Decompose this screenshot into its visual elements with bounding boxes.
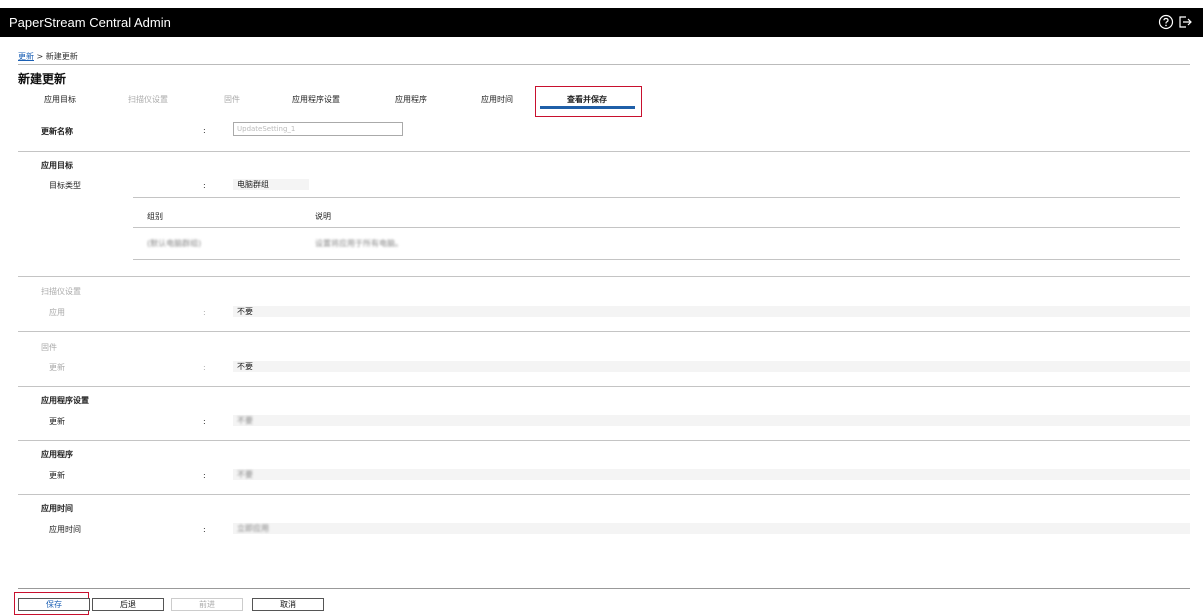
table-cell-group: (默认电脑群组) [147, 239, 202, 248]
colon: : [203, 181, 206, 190]
section-divider [18, 386, 1190, 387]
section-divider [18, 151, 1190, 152]
update-name-label: 更新名称 [41, 127, 73, 136]
breadcrumb-divider [18, 64, 1190, 65]
table-top-border [133, 197, 1180, 198]
update-name-field: UpdateSetting_1 [233, 122, 403, 136]
table-header-description: 说明 [315, 212, 331, 221]
table-bottom-border [133, 259, 1180, 260]
colon: : [203, 525, 206, 534]
section-heading-scanner-settings: 扫描仪设置 [41, 287, 81, 296]
section-divider [18, 440, 1190, 441]
table-header-group: 组别 [147, 212, 163, 221]
tab-review-save[interactable]: 查看并保存 [567, 94, 607, 105]
breadcrumb-separator: > [34, 52, 46, 61]
section-heading-app-settings: 应用程序设置 [41, 396, 89, 405]
app-title: PaperStream Central Admin [9, 15, 171, 30]
next-button: 前进 [171, 598, 243, 611]
tab-apply-time[interactable]: 应用时间 [481, 94, 513, 105]
page-title: 新建更新 [18, 72, 67, 86]
table-header-divider [133, 227, 1180, 228]
application-update-label: 更新 [49, 471, 65, 480]
colon: : [203, 363, 206, 372]
tab-apply-target[interactable]: 应用目标 [44, 94, 76, 105]
save-button[interactable]: 保存 [18, 598, 90, 611]
section-heading-apply-target: 应用目标 [41, 161, 73, 170]
app-settings-update-value: 不要 [233, 415, 1190, 426]
colon: : [203, 308, 206, 317]
app-settings-update-label: 更新 [49, 417, 65, 426]
section-divider [18, 331, 1190, 332]
section-divider [18, 494, 1190, 495]
breadcrumb-link-updates[interactable]: 更新 [18, 52, 34, 61]
logout-icon[interactable] [1177, 14, 1193, 30]
section-heading-apply-time: 应用时间 [41, 504, 73, 513]
apply-time-label: 应用时间 [49, 525, 81, 534]
scanner-apply-value: 不要 [233, 306, 1190, 317]
active-tab-indicator [540, 106, 635, 109]
application-update-value: 不要 [233, 469, 1190, 480]
tab-application[interactable]: 应用程序 [395, 94, 427, 105]
target-type-value: 电脑群组 [233, 179, 309, 190]
colon: : [203, 126, 206, 135]
firmware-update-value: 不要 [233, 361, 1190, 372]
scanner-apply-label: 应用 [49, 308, 65, 317]
section-heading-application: 应用程序 [41, 450, 73, 459]
table-cell-description: 设置将应用于所有电脑。 [315, 239, 403, 248]
firmware-update-label: 更新 [49, 363, 65, 372]
section-divider [18, 276, 1190, 277]
breadcrumb-current: 新建更新 [45, 52, 78, 61]
colon: : [203, 417, 206, 426]
target-type-label: 目标类型 [49, 181, 81, 190]
breadcrumb: 更新 > 新建更新 [18, 51, 78, 62]
app-settings-update-value-text: 不要 [237, 416, 253, 425]
tab-app-settings[interactable]: 应用程序设置 [292, 94, 340, 105]
apply-time-value-text: 立即应用 [237, 524, 269, 533]
help-circle-icon[interactable] [1158, 14, 1174, 30]
back-button[interactable]: 后退 [92, 598, 164, 611]
tab-scanner-settings: 扫描仪设置 [128, 95, 168, 104]
section-heading-firmware: 固件 [41, 343, 57, 352]
apply-time-value: 立即应用 [233, 523, 1190, 534]
colon: : [203, 471, 206, 480]
application-update-value-text: 不要 [237, 470, 253, 479]
tab-firmware: 固件 [224, 95, 240, 104]
footer-divider [18, 588, 1190, 589]
cancel-button[interactable]: 取消 [252, 598, 324, 611]
top-bar: PaperStream Central Admin [0, 8, 1203, 37]
